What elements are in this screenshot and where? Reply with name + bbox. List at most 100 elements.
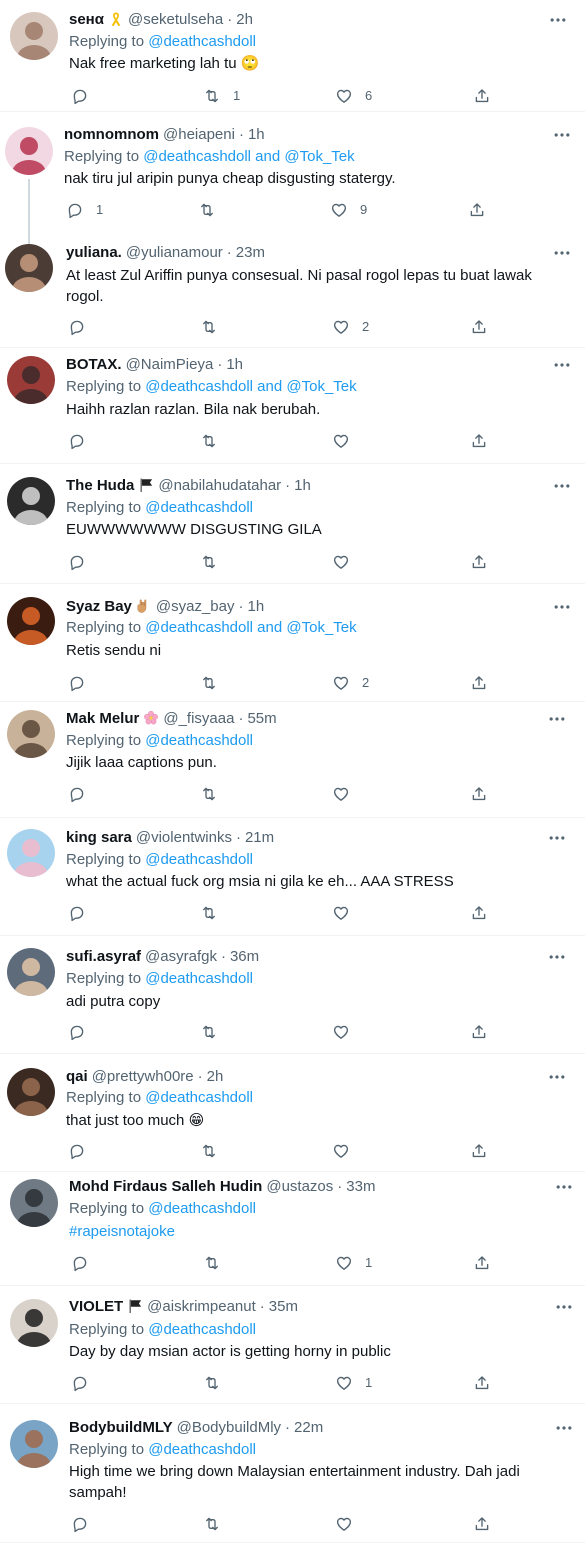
display-name[interactable]: VIOLET (69, 1298, 123, 1315)
timestamp[interactable]: 33m (346, 1178, 375, 1195)
reply-button[interactable] (71, 1373, 89, 1393)
like-button[interactable] (332, 552, 350, 572)
reply-button[interactable] (68, 903, 86, 923)
share-button[interactable] (473, 86, 491, 106)
reply-button[interactable] (71, 86, 89, 106)
mention-link[interactable]: @deathcashdoll and @Tok_Tek (145, 619, 356, 636)
more-options-button[interactable] (554, 1297, 574, 1317)
avatar[interactable] (10, 12, 58, 60)
display-name[interactable]: nomnomnom (64, 126, 159, 143)
avatar[interactable] (7, 1068, 55, 1116)
reply-tweet[interactable]: sенα @seketulseha · 2h Replying to @deathcas… (0, 0, 585, 112)
retweet-button[interactable] (200, 317, 218, 337)
reply-button[interactable] (68, 552, 86, 572)
timestamp[interactable]: 2h (207, 1068, 224, 1085)
user-handle[interactable]: @_fisyaaa (163, 710, 234, 727)
user-handle[interactable]: @nabilahudatahar (158, 477, 281, 494)
mention-link[interactable]: @deathcashdoll (145, 499, 253, 516)
user-handle[interactable]: @seketulseha (128, 11, 223, 28)
timestamp[interactable]: 35m (269, 1298, 298, 1315)
like-button[interactable]: 2 (332, 317, 369, 337)
reply-button[interactable] (71, 1514, 89, 1534)
more-options-button[interactable] (547, 828, 567, 848)
reply-button[interactable] (68, 1141, 86, 1161)
reply-button[interactable]: 1 (66, 200, 103, 220)
avatar[interactable] (7, 597, 55, 645)
avatar[interactable] (5, 127, 53, 175)
display-name[interactable]: BOTAX. (66, 356, 122, 373)
like-button[interactable]: 2 (332, 673, 369, 693)
share-button[interactable] (470, 673, 488, 693)
reply-button[interactable] (68, 1022, 86, 1042)
retweet-button[interactable] (200, 673, 218, 693)
display-name[interactable]: Mohd Firdaus Salleh Hudin (69, 1178, 262, 1195)
like-button[interactable] (332, 431, 350, 451)
share-button[interactable] (470, 317, 488, 337)
reply-tweet[interactable]: Mak Melur @_fisyaaa · 55m Replying to @death… (0, 702, 585, 818)
reply-tweet[interactable]: The Huda @nabilahudatahar · 1h Replying to @… (0, 464, 585, 584)
reply-button[interactable] (68, 784, 86, 804)
timestamp[interactable]: 1h (247, 598, 264, 615)
retweet-button[interactable] (200, 1141, 218, 1161)
reply-tweet[interactable]: qai @prettywh00re · 2h Replying to @deathcas… (0, 1054, 585, 1172)
display-name[interactable]: king sara (66, 829, 132, 846)
more-options-button[interactable] (548, 10, 568, 30)
like-button[interactable] (332, 903, 350, 923)
user-handle[interactable]: @asyrafgk (145, 948, 217, 965)
mention-link[interactable]: @deathcashdoll (145, 1089, 253, 1106)
like-button[interactable]: 1 (335, 1253, 372, 1273)
more-options-button[interactable] (552, 243, 572, 263)
more-options-button[interactable] (547, 947, 567, 967)
timestamp[interactable]: 23m (236, 244, 265, 261)
more-options-button[interactable] (552, 125, 572, 145)
timestamp[interactable]: 1h (226, 356, 243, 373)
avatar[interactable] (7, 356, 55, 404)
share-button[interactable] (470, 552, 488, 572)
share-button[interactable] (470, 1141, 488, 1161)
reply-tweet[interactable]: Mohd Firdaus Salleh Hudin @ustazos · 33m Rep… (0, 1172, 585, 1286)
retweet-button[interactable] (200, 903, 218, 923)
retweet-button[interactable] (203, 1514, 221, 1534)
avatar[interactable] (7, 829, 55, 877)
share-button[interactable] (470, 431, 488, 451)
reply-tweet[interactable]: sufi.asyraf @asyrafgk · 36m Replying to @dea… (0, 936, 585, 1054)
user-handle[interactable]: @syaz_bay (156, 598, 235, 615)
timestamp[interactable]: 36m (230, 948, 259, 965)
reply-tweet[interactable]: BOTAX. @NaimPieya · 1h Replying to @deathcas… (0, 348, 585, 464)
like-button[interactable]: 6 (335, 86, 372, 106)
share-button[interactable] (473, 1514, 491, 1534)
timestamp[interactable]: 55m (247, 710, 276, 727)
share-button[interactable] (470, 1022, 488, 1042)
timestamp[interactable]: 21m (245, 829, 274, 846)
more-options-button[interactable] (552, 476, 572, 496)
retweet-button[interactable]: 1 (203, 86, 240, 106)
like-button[interactable] (332, 784, 350, 804)
reply-button[interactable] (68, 317, 86, 337)
user-handle[interactable]: @violentwinks (136, 829, 232, 846)
display-name[interactable]: Syaz Bay (66, 598, 132, 615)
display-name[interactable]: yuliana. (66, 244, 122, 261)
user-handle[interactable]: @NaimPieya (126, 356, 214, 373)
user-handle[interactable]: @aiskrimpeanut (147, 1298, 256, 1315)
reply-button[interactable] (71, 1253, 89, 1273)
like-button[interactable] (332, 1141, 350, 1161)
more-options-button[interactable] (552, 355, 572, 375)
share-button[interactable] (470, 903, 488, 923)
mention-link[interactable]: @deathcashdoll (148, 1321, 256, 1338)
avatar[interactable] (7, 710, 55, 758)
retweet-button[interactable] (200, 431, 218, 451)
retweet-button[interactable] (200, 552, 218, 572)
more-options-button[interactable] (547, 1067, 567, 1087)
share-button[interactable] (473, 1373, 491, 1393)
like-button[interactable]: 9 (330, 200, 367, 220)
user-handle[interactable]: @yulianamour (126, 244, 223, 261)
display-name[interactable]: Mak Melur (66, 710, 139, 727)
user-handle[interactable]: @prettywh00re (92, 1068, 194, 1085)
avatar[interactable] (10, 1179, 58, 1227)
user-handle[interactable]: @BodybuildMly (177, 1419, 281, 1436)
like-button[interactable]: 1 (335, 1373, 372, 1393)
more-options-button[interactable] (554, 1418, 574, 1438)
mention-link[interactable]: @deathcashdoll and @Tok_Tek (143, 148, 354, 165)
display-name[interactable]: sufi.asyraf (66, 948, 141, 965)
share-button[interactable] (470, 784, 488, 804)
